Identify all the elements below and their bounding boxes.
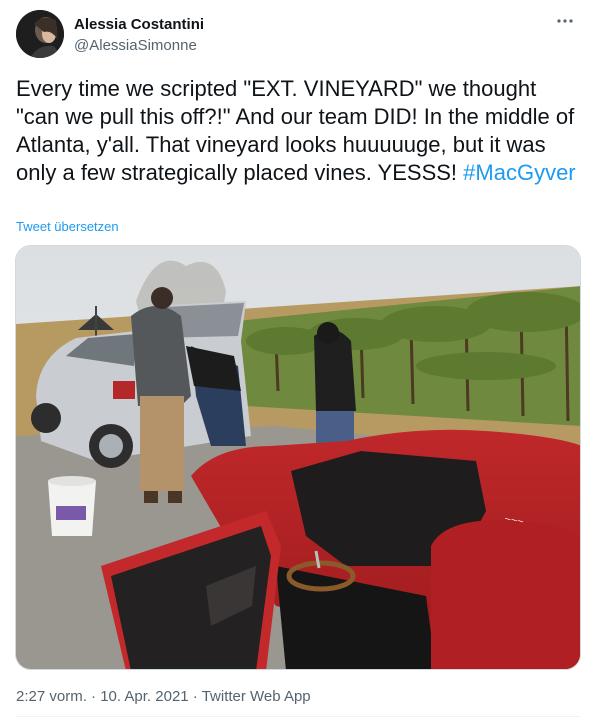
tweet-header: Alessia Costantini @AlessiaSimonne — [16, 10, 580, 58]
author-handle[interactable]: @AlessiaSimonne — [74, 37, 197, 54]
tweet-photo[interactable]: ~~~ — [15, 245, 581, 670]
tweet-time[interactable]: 2:27 vorm. — [16, 688, 87, 705]
avatar[interactable] — [16, 10, 64, 58]
more-horizontal-icon[interactable] — [554, 10, 576, 32]
author-display-name[interactable]: Alessia Costantini — [74, 16, 204, 33]
divider — [16, 716, 580, 717]
tweet-metadata: 2:27 vorm. · 10. Apr. 2021 · Twitter Web… — [16, 688, 311, 705]
meta-separator: · — [86, 688, 101, 705]
translate-tweet-link[interactable]: Tweet übersetzen — [16, 219, 119, 234]
tweet-date[interactable]: 10. Apr. 2021 — [100, 688, 188, 705]
meta-separator: · — [188, 688, 202, 705]
tweet-body: Every time we scripted "EXT. VINEYARD" w… — [16, 75, 582, 187]
hashtag-link[interactable]: #MacGyver — [463, 160, 575, 185]
source-app-link[interactable]: Twitter Web App — [202, 688, 311, 705]
